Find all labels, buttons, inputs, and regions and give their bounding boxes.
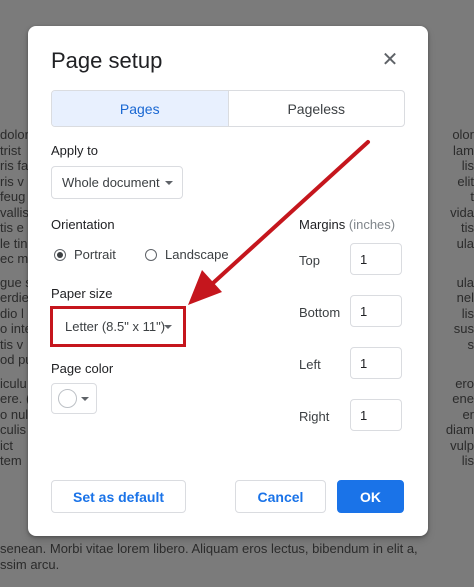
background-text-line: vulp bbox=[450, 437, 474, 453]
ok-button[interactable]: OK bbox=[337, 480, 404, 513]
margins-unit: (inches) bbox=[348, 217, 396, 232]
tab-pages[interactable]: Pages bbox=[52, 91, 229, 126]
dialog-title: Page setup bbox=[51, 48, 163, 73]
close-icon[interactable]: ✕ bbox=[380, 50, 400, 70]
orientation-portrait[interactable]: Portrait bbox=[54, 247, 116, 262]
background-text-line: tis v bbox=[0, 336, 24, 352]
page-setup-dialog: Page setup ✕ Pages Pageless Apply to Who… bbox=[28, 26, 428, 536]
background-text-line: o null bbox=[0, 406, 32, 422]
apply-to-value: Whole document bbox=[62, 175, 160, 190]
background-text-line: vallis bbox=[0, 204, 29, 220]
radio-portrait[interactable] bbox=[54, 248, 66, 261]
margin-left-label: Left bbox=[299, 357, 321, 372]
cancel-button[interactable]: Cancel bbox=[235, 480, 326, 513]
portrait-label: Portrait bbox=[74, 247, 116, 262]
page-color-label: Page color bbox=[51, 361, 114, 376]
margin-bottom-label: Bottom bbox=[299, 305, 341, 320]
background-text-line: sus bbox=[453, 321, 474, 336]
background-text-line: trist bbox=[0, 142, 21, 158]
background-text-line: s bbox=[467, 336, 474, 352]
background-text-line: tis e bbox=[0, 220, 24, 235]
page-color-picker[interactable] bbox=[51, 383, 97, 414]
background-text-line: lis bbox=[461, 158, 474, 173]
margin-right-input[interactable]: 1 bbox=[350, 399, 402, 431]
background-text-line: senean. Morbi vitae lorem libero. Aliqua… bbox=[0, 541, 418, 556]
background-text-line: ict bbox=[0, 437, 13, 453]
background-text-line: vida bbox=[450, 204, 474, 220]
margin-left-input[interactable]: 1 bbox=[350, 347, 402, 379]
margin-bottom-input[interactable]: 1 bbox=[350, 295, 402, 327]
background-text-line: t bbox=[470, 189, 474, 204]
background-text-line: elit bbox=[457, 173, 474, 189]
color-swatch bbox=[58, 389, 77, 408]
chevron-down-icon bbox=[165, 180, 173, 185]
paper-size-label: Paper size bbox=[51, 286, 113, 301]
background-text-line: ere. ( bbox=[0, 391, 31, 406]
margin-top-input[interactable]: 1 bbox=[350, 243, 402, 275]
margins-label: Margins (inches) bbox=[299, 217, 395, 232]
background-text-line: feug bbox=[0, 189, 26, 204]
background-text-line: lis bbox=[461, 453, 474, 468]
background-text-line: ris v bbox=[0, 173, 24, 189]
background-text-line: lam bbox=[453, 142, 474, 158]
background-text-line: tem bbox=[0, 453, 22, 468]
annotation-highlight-box bbox=[50, 306, 186, 347]
background-text-line: le tin bbox=[0, 235, 28, 251]
background-text-line: tis bbox=[461, 220, 474, 235]
background-text-line: diam bbox=[445, 422, 474, 437]
set-as-default-button[interactable]: Set as default bbox=[51, 480, 186, 513]
background-text-line: ula bbox=[456, 274, 474, 290]
background-text-line: dolor bbox=[0, 127, 29, 142]
radio-landscape[interactable] bbox=[145, 248, 157, 261]
background-text-line: lis bbox=[461, 305, 474, 321]
background-text-line: ene bbox=[452, 391, 474, 406]
tab-group: Pages Pageless bbox=[51, 90, 405, 127]
orientation-landscape[interactable]: Landscape bbox=[145, 247, 229, 262]
margin-top-label: Top bbox=[299, 253, 320, 268]
tab-pageless[interactable]: Pageless bbox=[229, 91, 405, 126]
background-text-line: olor bbox=[452, 127, 474, 142]
orientation-label: Orientation bbox=[51, 217, 115, 232]
background-text-line: dio l bbox=[0, 305, 24, 321]
background-text-line: ula bbox=[456, 235, 474, 251]
apply-to-label: Apply to bbox=[51, 143, 98, 158]
background-text-line: ssim arcu. bbox=[0, 556, 60, 572]
chevron-down-icon bbox=[81, 396, 89, 401]
background-text-line: erdie bbox=[0, 290, 29, 305]
apply-to-select[interactable]: Whole document bbox=[51, 166, 183, 199]
background-text-line: culis bbox=[0, 422, 27, 437]
background-text-line: ero bbox=[455, 375, 474, 391]
margins-title: Margins bbox=[299, 217, 346, 232]
background-text-line: iculu bbox=[0, 375, 27, 391]
landscape-label: Landscape bbox=[165, 247, 229, 262]
background-text-line: er bbox=[462, 406, 474, 422]
background-text-line: ris fa bbox=[0, 158, 29, 173]
margin-right-label: Right bbox=[299, 409, 330, 424]
background-text-line: nel bbox=[456, 290, 474, 305]
